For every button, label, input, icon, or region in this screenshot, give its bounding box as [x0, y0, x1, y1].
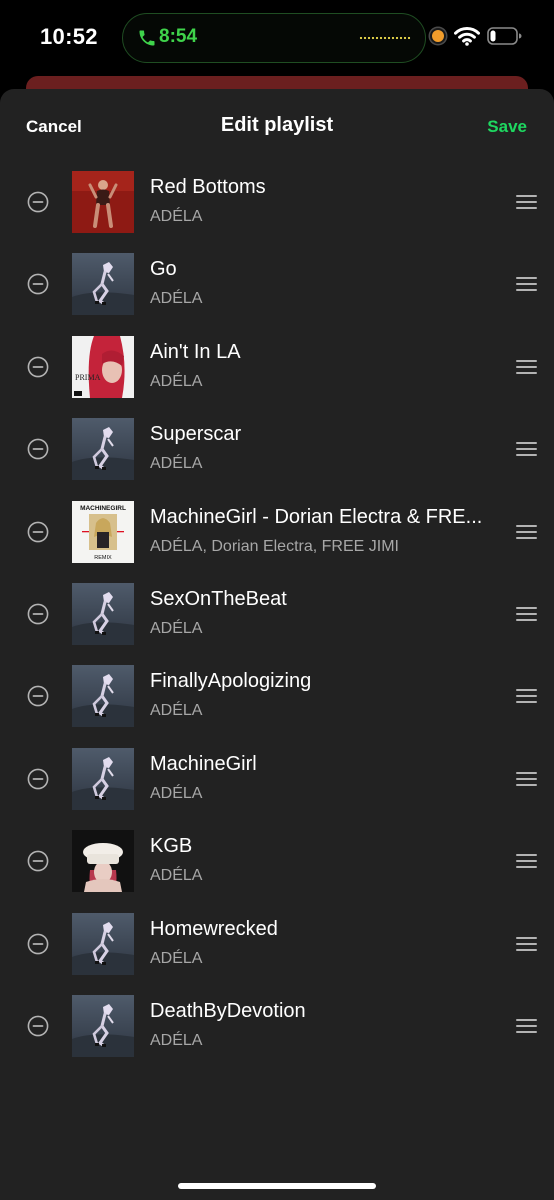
- audio-waveform-icon: [359, 36, 411, 40]
- drag-handle-icon[interactable]: [516, 524, 537, 540]
- track-title: DeathByDevotion: [150, 999, 306, 1022]
- track-artist: ADÉLA: [150, 372, 203, 390]
- track-row: MACHINEGIRL REMIX MachineGirl - Dorian E…: [0, 500, 554, 583]
- remove-track-icon[interactable]: [27, 191, 49, 213]
- phone-icon: [139, 30, 155, 46]
- track-artist: ADÉLA: [150, 290, 203, 308]
- aint-in-la-art: PRIMA: [72, 335, 134, 398]
- remove-track-icon[interactable]: [27, 850, 49, 872]
- track-title: Superscar: [150, 423, 242, 446]
- track-row: Homewrecked ADÉLA: [0, 912, 554, 995]
- track-title: MachineGirl: [150, 752, 257, 775]
- call-timer: 8:54: [159, 26, 198, 47]
- album-art-dancer: [72, 994, 134, 1057]
- track-row: PRIMA Ain't In LA ADÉLA: [0, 335, 554, 418]
- album-art-dancer: [72, 582, 134, 645]
- album-art-dancer: [72, 912, 134, 975]
- kgb-art: [72, 830, 134, 893]
- track-row: KGB ADÉLA: [0, 830, 554, 912]
- artwork-text: MACHINEGIRL: [80, 505, 126, 512]
- drag-handle-icon[interactable]: [516, 606, 537, 622]
- track-title: FinallyApologizing: [150, 670, 312, 693]
- drag-handle-icon[interactable]: [516, 853, 537, 869]
- track-row: SexOnTheBeat ADÉLA: [0, 582, 554, 665]
- drag-handle-icon[interactable]: [516, 276, 537, 292]
- track-artist: ADÉLA: [150, 619, 203, 637]
- artwork-text: REMIX: [94, 555, 112, 561]
- track-artist: ADÉLA: [150, 949, 203, 967]
- page-title: Edit playlist: [220, 114, 334, 136]
- artwork-text: PRIMA: [75, 373, 101, 382]
- track-title: MachineGirl - Dorian Electra & FRE...: [150, 505, 483, 528]
- track-row: MachineGirl ADÉLA: [0, 747, 554, 830]
- album-art-dancer: [72, 418, 134, 481]
- drag-handle-icon[interactable]: [516, 359, 537, 375]
- track-artist: ADÉLA: [150, 455, 203, 473]
- remove-track-icon[interactable]: [27, 685, 49, 707]
- drag-handle-icon[interactable]: [516, 688, 537, 704]
- drag-handle-icon[interactable]: [516, 936, 537, 952]
- sheet-header: Cancel Edit playlist Save: [0, 89, 554, 161]
- remove-track-icon[interactable]: [27, 933, 49, 955]
- album-art-dancer: [72, 747, 134, 810]
- track-artist: ADÉLA: [150, 208, 203, 225]
- red-bottoms-art: [72, 171, 134, 233]
- machinegirl-remix-art: MACHINEGIRL REMIX: [72, 500, 134, 563]
- status-bar: 10:52 8:54: [0, 0, 554, 80]
- remove-track-icon[interactable]: [27, 438, 49, 460]
- remove-track-icon[interactable]: [27, 273, 49, 295]
- track-artist: ADÉLA: [150, 867, 203, 885]
- drag-handle-icon[interactable]: [516, 441, 537, 457]
- wifi-icon: [454, 27, 480, 46]
- drag-handle-icon[interactable]: [516, 1018, 537, 1034]
- track-row: Superscar ADÉLA: [0, 418, 554, 500]
- remove-track-icon[interactable]: [27, 521, 49, 543]
- remove-track-icon[interactable]: [27, 1015, 49, 1037]
- track-title: Ain't In LA: [150, 340, 241, 363]
- edit-playlist-sheet: Cancel Edit playlist Save Red Bottoms AD…: [0, 89, 554, 1200]
- track-title: KGB: [150, 835, 193, 858]
- album-art-dancer: [72, 253, 134, 316]
- track-row: FinallyApologizing ADÉLA: [0, 665, 554, 747]
- remove-track-icon[interactable]: [27, 603, 49, 625]
- track-row: DeathByDevotion ADÉLA: [0, 994, 554, 1077]
- mic-in-use-indicator: [432, 30, 444, 42]
- save-button[interactable]: Save: [487, 117, 527, 137]
- track-list: Red Bottoms ADÉLA Go ADÉLA PRIMA Ain't I…: [0, 171, 554, 1077]
- track-row: Go ADÉLA: [0, 253, 554, 335]
- drag-handle-icon[interactable]: [516, 194, 537, 210]
- track-artist: ADÉLA, Dorian Electra, FREE JIMI: [150, 537, 399, 555]
- track-artist: ADÉLA: [150, 702, 203, 720]
- remove-track-icon[interactable]: [27, 356, 49, 378]
- track-title: SexOnTheBeat: [150, 587, 287, 610]
- track-artist: ADÉLA: [150, 784, 203, 802]
- home-indicator[interactable]: [178, 1183, 376, 1189]
- battery-icon: [487, 27, 522, 45]
- dynamic-island-call[interactable]: 8:54: [122, 13, 426, 63]
- status-time: 10:52: [40, 24, 98, 49]
- track-title: Homewrecked: [150, 917, 278, 940]
- track-row: Red Bottoms ADÉLA: [0, 171, 554, 253]
- track-artist: ADÉLA: [150, 1031, 203, 1049]
- track-title: Red Bottoms: [150, 176, 266, 198]
- album-art-dancer: [72, 665, 134, 728]
- drag-handle-icon[interactable]: [516, 771, 537, 787]
- remove-track-icon[interactable]: [27, 768, 49, 790]
- track-title: Go: [150, 258, 177, 281]
